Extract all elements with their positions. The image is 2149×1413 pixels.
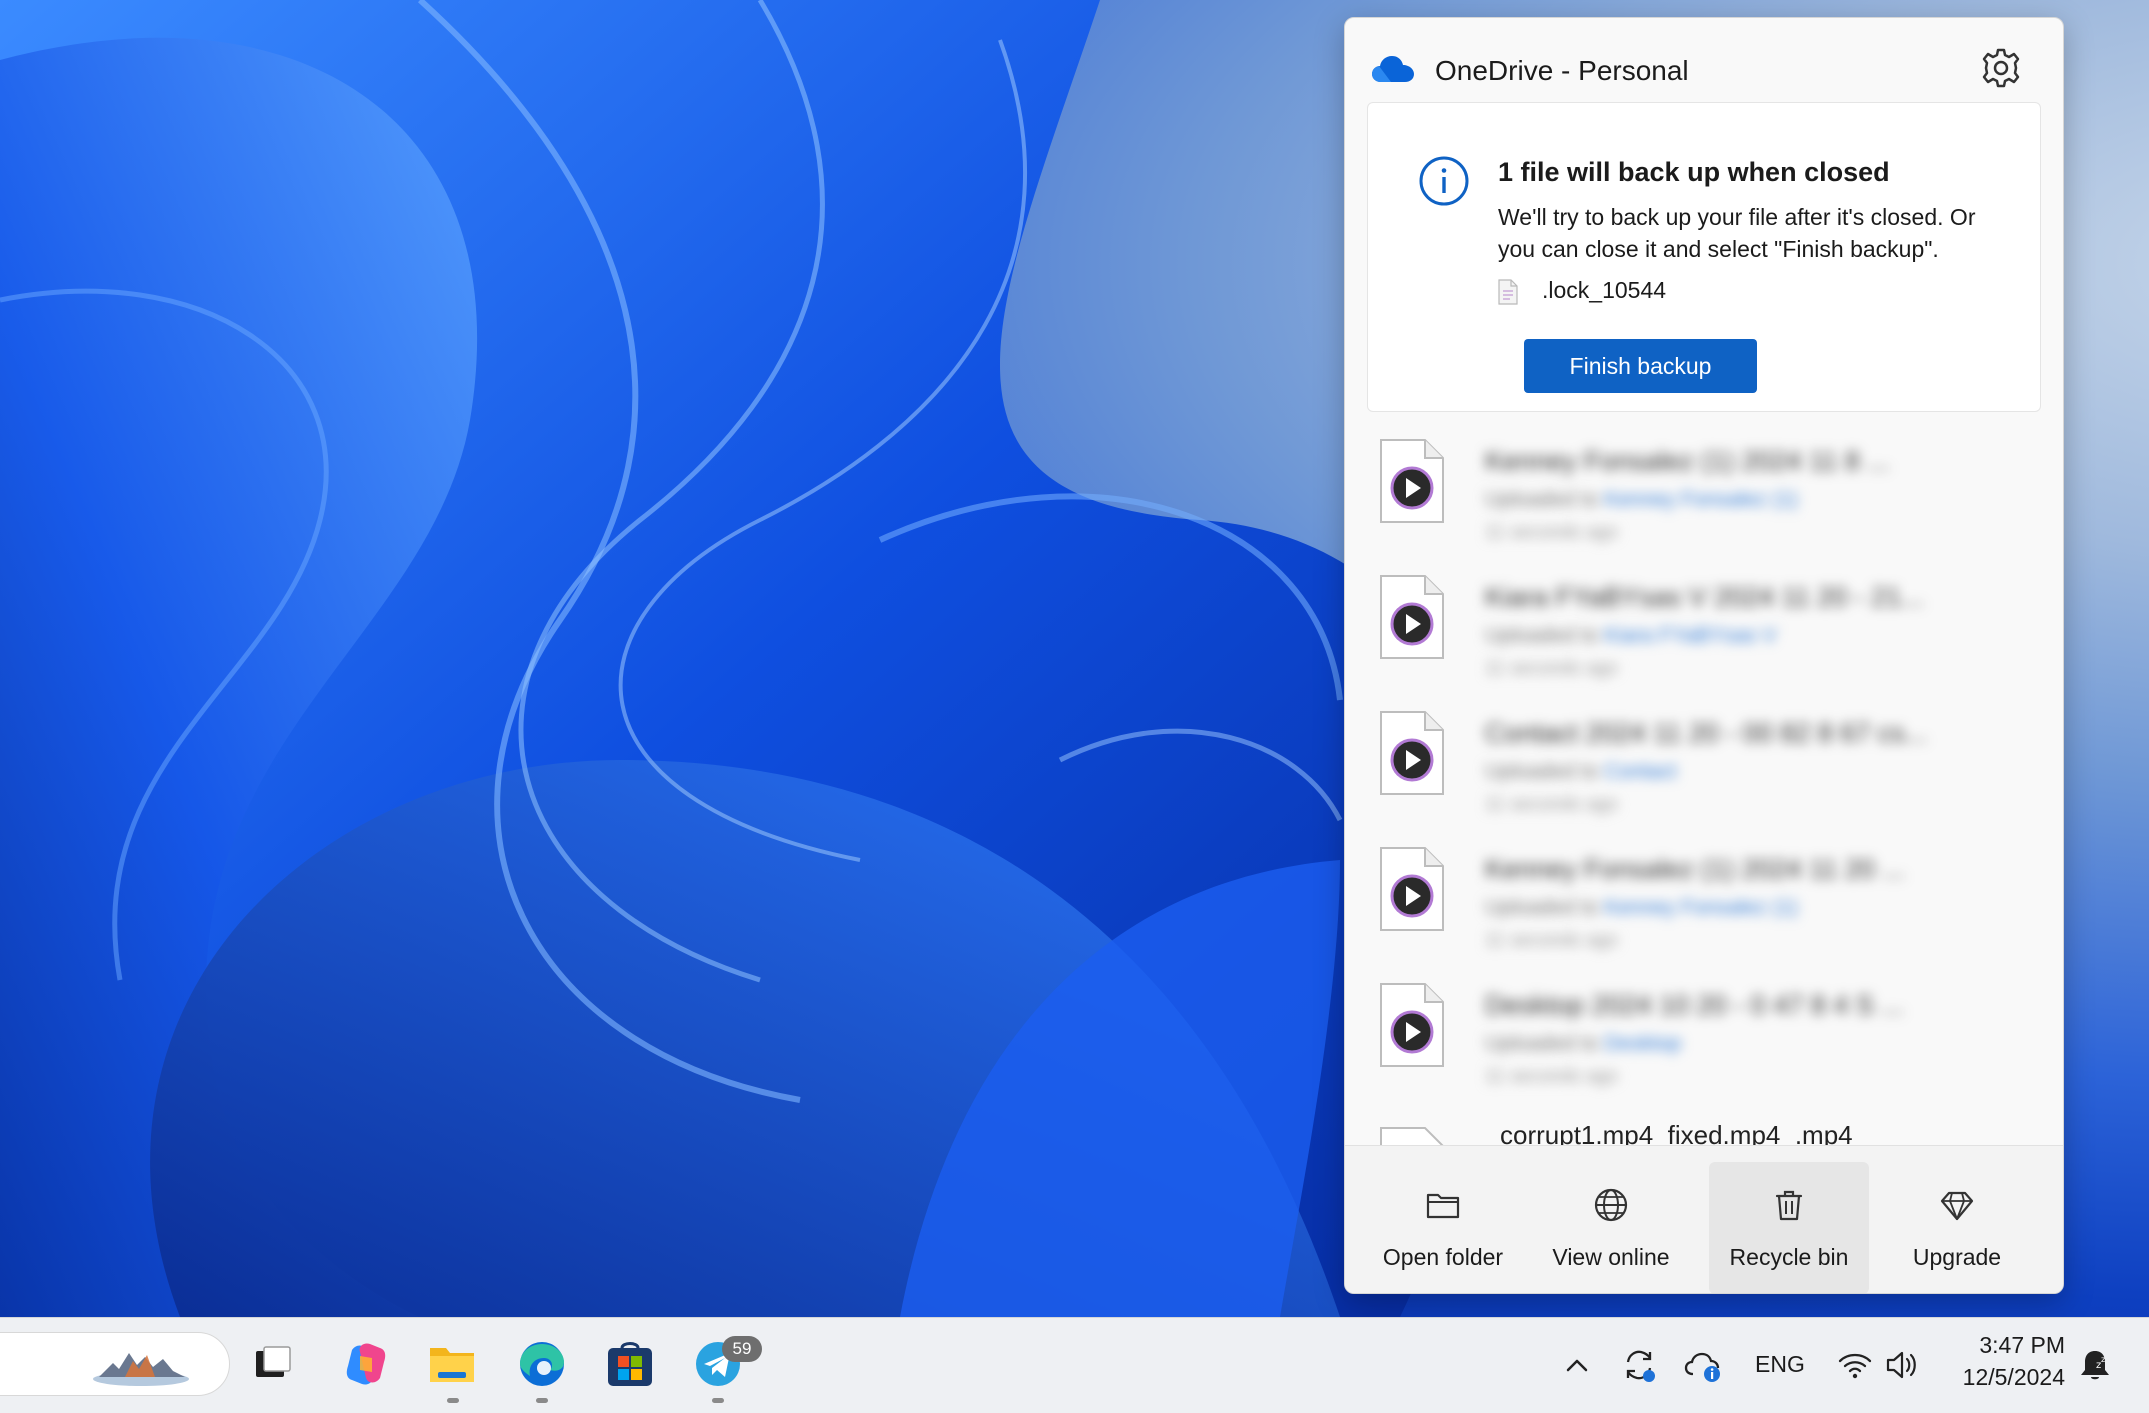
flyout-footer: Open folder View online Recycle bin Upgr… [1345, 1145, 2063, 1293]
activity-time: 11 seconds ago [1485, 794, 1618, 815]
flyout-header: OneDrive - Personal [1345, 18, 2063, 98]
info-icon [1419, 156, 1469, 206]
clock-date[interactable]: 12/5/2024 [1945, 1364, 2065, 1391]
video-file-icon [1380, 711, 1444, 795]
activity-status: Uploaded to Desktop [1485, 1032, 1681, 1056]
activity-status-text: Uploaded to [1485, 1032, 1599, 1055]
chevron-up-icon [1566, 1359, 1588, 1372]
activity-file-name: corrupt1.mp4_fixed.mp4_.mp4 [1500, 1120, 1853, 1145]
copilot-icon [346, 1343, 386, 1385]
activity-status-text: Uploaded to [1485, 760, 1599, 783]
bell-dnd-icon: z z [2081, 1351, 2109, 1380]
copilot-app[interactable] [338, 1336, 394, 1392]
video-file-icon [1380, 575, 1444, 659]
store-icon [608, 1342, 652, 1386]
activity-status-text: Uploaded to [1485, 488, 1599, 511]
onedrive-cloud-icon [1372, 56, 1414, 82]
flyout-title: OneDrive - Personal [1435, 55, 1689, 86]
open-folder-label: Open folder [1382, 1244, 1504, 1270]
sync-status-button[interactable] [1620, 1346, 1658, 1384]
svg-text:z: z [2101, 1355, 2105, 1364]
open-folder-button[interactable]: Open folder [1363, 1162, 1523, 1293]
activity-item[interactable]: Kiara FYaBYsas V 2024 11 20 - 21... Uplo… [1345, 566, 2063, 702]
running-indicator [712, 1398, 724, 1403]
volume-button[interactable] [1884, 1346, 1922, 1384]
activity-item[interactable]: Desktop 2024 10 20 - 0 47 8 4 S ... Uplo… [1345, 974, 2063, 1110]
task-view-icon [256, 1346, 291, 1377]
video-file-icon [1380, 983, 1444, 1067]
onedrive-tray-button[interactable] [1684, 1346, 1722, 1384]
upgrade-button[interactable]: Upgrade [1877, 1162, 2037, 1293]
trash-icon [1775, 1190, 1803, 1221]
activity-time: 11 seconds ago [1485, 522, 1618, 543]
running-indicator [536, 1398, 548, 1403]
activity-status: Uploaded to Contact [1485, 760, 1676, 784]
input-language-indicator[interactable]: ENG [1755, 1351, 1805, 1378]
onedrive-info-icon [1684, 1352, 1720, 1382]
folder-icon [430, 1348, 474, 1382]
clock-time[interactable]: 3:47 PM [1965, 1332, 2065, 1359]
edge-icon [520, 1342, 564, 1386]
pending-file-name: .lock_10544 [1542, 277, 1667, 303]
taskbar-search-box[interactable] [0, 1332, 230, 1396]
video-file-icon [1380, 1127, 1444, 1145]
activity-folder-link[interactable]: Contact [1604, 760, 1676, 783]
onedrive-flyout: OneDrive - Personal 1 file will back up … [1344, 17, 2064, 1294]
activity-item[interactable]: Kenney Fonsalez (1) 2024 11 20 ... Uploa… [1345, 838, 2063, 974]
activity-status: Uploaded to Kenney Fonsalez (1) [1485, 488, 1798, 512]
activity-item[interactable]: Kenney Fonsalez (1) 2024 11 8 ... Upload… [1345, 430, 2063, 566]
activity-status-text: Uploaded to [1485, 896, 1599, 919]
activity-time: 11 seconds ago [1485, 658, 1618, 679]
gear-icon [1982, 48, 2020, 88]
notice-title: 1 file will back up when closed [1498, 157, 1890, 187]
activity-time: 11 seconds ago [1485, 1066, 1618, 1087]
speaker-icon [1886, 1351, 1916, 1379]
finish-backup-button[interactable]: Finish backup [1524, 339, 1757, 393]
notifications-button[interactable]: z z [2076, 1346, 2114, 1384]
microsoft-store-app[interactable] [602, 1336, 658, 1392]
folder-icon [1426, 1193, 1460, 1219]
view-online-label: View online [1552, 1244, 1670, 1270]
activity-status: Uploaded to Kenney Fonsalez (1) [1485, 896, 1798, 920]
activity-file-name: Desktop 2024 10 20 - 0 47 8 4 S ... [1485, 990, 1904, 1020]
activity-file-name: Kiara FYaBYsas V 2024 11 20 - 21... [1485, 582, 1924, 612]
activity-file-name: Kenney Fonsalez (1) 2024 11 20 ... [1485, 854, 1905, 884]
recycle-bin-label: Recycle bin [1729, 1244, 1849, 1270]
file-explorer-app[interactable] [424, 1336, 480, 1392]
document-icon [1498, 279, 1518, 305]
diamond-icon [1940, 1191, 1974, 1221]
network-button[interactable] [1836, 1346, 1874, 1384]
view-online-button[interactable]: View online [1531, 1162, 1691, 1293]
settings-gear-button[interactable] [1977, 44, 2025, 92]
activity-item-partial[interactable]: corrupt1.mp4_fixed.mp4_.mp4 [1345, 1120, 2063, 1145]
sync-icon [1626, 1350, 1655, 1382]
activity-file-name: Kenney Fonsalez (1) 2024 11 8 ... [1485, 446, 1890, 476]
activity-file-name: Contact 2024 11 20 - 00 82 8 67 cs... [1485, 718, 1928, 748]
video-file-icon [1380, 439, 1444, 523]
search-highlight-icon [93, 1353, 189, 1386]
activity-folder-link[interactable]: Kenney Fonsalez (1) [1604, 488, 1798, 511]
running-indicator [447, 1398, 459, 1403]
wifi-icon [1838, 1353, 1872, 1379]
activity-list[interactable]: Kenney Fonsalez (1) 2024 11 8 ... Upload… [1345, 430, 2063, 1145]
show-hidden-icons-button[interactable] [1558, 1346, 1596, 1384]
activity-item[interactable]: Contact 2024 11 20 - 00 82 8 67 cs... Up… [1345, 702, 2063, 838]
activity-status-text: Uploaded to [1485, 624, 1599, 647]
recycle-bin-button[interactable]: Recycle bin [1709, 1162, 1869, 1293]
edge-app[interactable] [514, 1336, 570, 1392]
backup-notice-card: 1 file will back up when closed We'll tr… [1367, 102, 2041, 412]
globe-icon [1594, 1188, 1628, 1222]
activity-folder-link[interactable]: Kiara FYaBYsas V [1604, 624, 1776, 647]
notice-body: We'll try to back up your file after it'… [1498, 204, 1976, 262]
activity-folder-link[interactable]: Kenney Fonsalez (1) [1604, 896, 1798, 919]
upgrade-label: Upgrade [1912, 1244, 2002, 1270]
taskbar: 59 ENG 3:47 PM 12/5/2024 z z [0, 1317, 2149, 1413]
activity-status: Uploaded to Kiara FYaBYsas V [1485, 624, 1776, 648]
notification-count-badge: 59 [722, 1336, 762, 1362]
activity-time: 11 seconds ago [1485, 930, 1618, 951]
task-view-button[interactable] [245, 1336, 301, 1392]
activity-folder-link[interactable]: Desktop [1604, 1032, 1681, 1055]
video-file-icon [1380, 847, 1444, 931]
